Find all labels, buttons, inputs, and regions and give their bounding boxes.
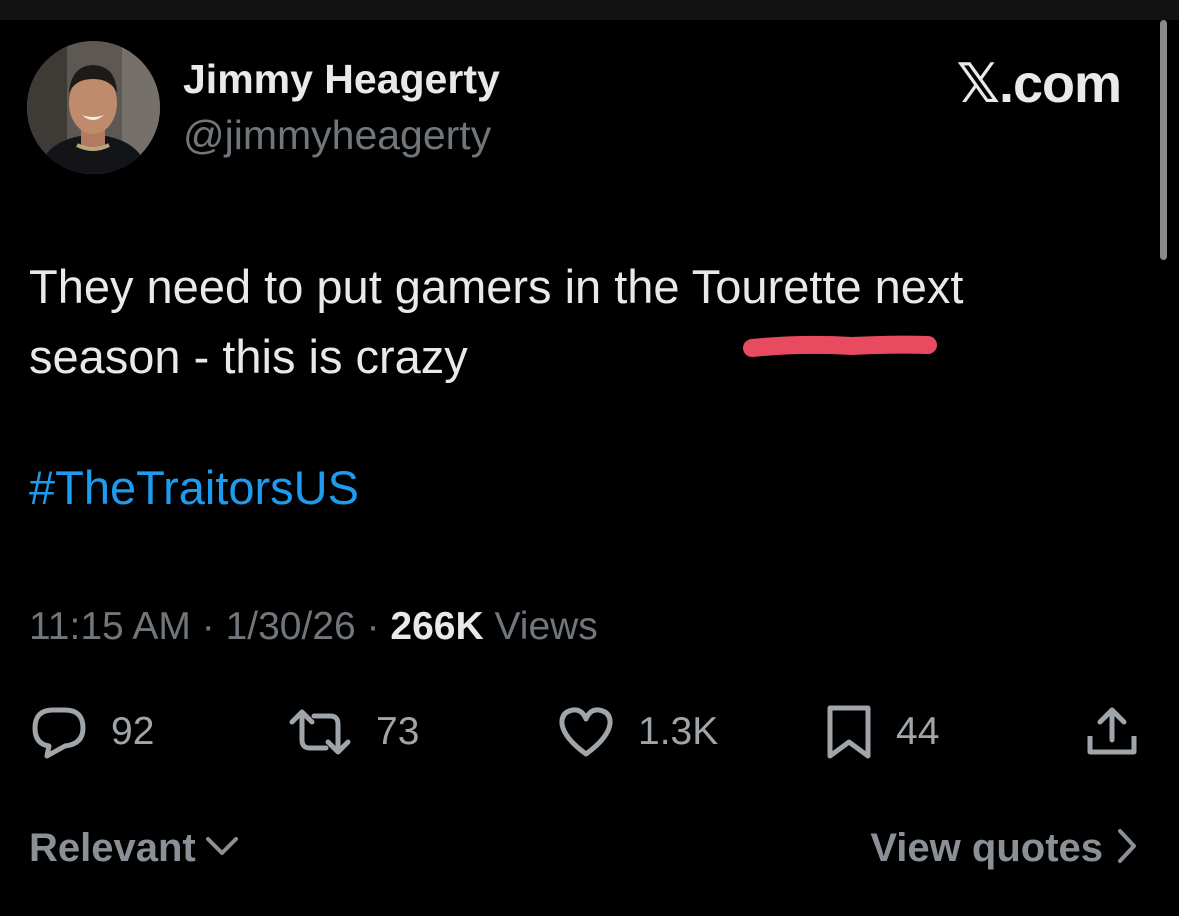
action-bar: 92 73 1.3K 44 — [0, 700, 1179, 764]
tweet-line: They need to put gamers in the Tourette … — [29, 260, 964, 313]
meta-separator: · — [201, 605, 215, 648]
avatar[interactable] — [27, 41, 160, 174]
views-count: 266K — [390, 605, 484, 648]
bookmark-button[interactable]: 44 — [824, 700, 939, 764]
meta-separator: · — [366, 605, 380, 648]
hashtag-link[interactable]: #TheTraitorsUS — [29, 460, 359, 515]
view-quotes-link[interactable]: View quotes — [870, 826, 1139, 871]
tweet-time[interactable]: 11:15 AM — [29, 605, 191, 648]
bookmark-icon — [824, 704, 874, 760]
x-logo-watermark: 𝕏.com — [956, 54, 1122, 114]
red-underline-scribble — [743, 335, 937, 357]
speech-bubble-icon — [29, 704, 89, 760]
tweet-meta: 11:15 AM · 1/30/26 · 266K Views — [29, 605, 598, 649]
repost-arrows-icon — [286, 704, 354, 760]
tweet-text: They need to put gamers in the Tourette … — [29, 252, 1129, 392]
tweet-date[interactable]: 1/30/26 — [226, 605, 356, 648]
share-button[interactable] — [1084, 700, 1140, 764]
reply-button[interactable]: 92 — [29, 700, 154, 764]
views-label: Views — [494, 605, 598, 648]
share-upload-icon — [1084, 704, 1140, 760]
like-button[interactable]: 1.3K — [556, 700, 718, 764]
status-strip — [0, 0, 1179, 20]
chevron-down-icon — [204, 831, 240, 866]
view-quotes-label: View quotes — [870, 826, 1103, 870]
scrollbar[interactable] — [1160, 20, 1167, 260]
author-name[interactable]: Jimmy Heagerty — [183, 56, 500, 103]
tweet-line: season - this is crazy — [29, 330, 468, 383]
sort-replies-dropdown[interactable]: Relevant — [29, 826, 240, 871]
author-handle[interactable]: @jimmyheagerty — [183, 112, 491, 159]
repost-button[interactable]: 73 — [286, 700, 419, 764]
repost-count: 73 — [376, 710, 420, 753]
heart-icon — [556, 704, 616, 760]
sort-label: Relevant — [29, 826, 196, 870]
like-count: 1.3K — [638, 710, 719, 753]
bookmark-count: 44 — [896, 710, 940, 753]
reply-count: 92 — [111, 710, 155, 753]
chevron-right-icon — [1115, 826, 1139, 871]
